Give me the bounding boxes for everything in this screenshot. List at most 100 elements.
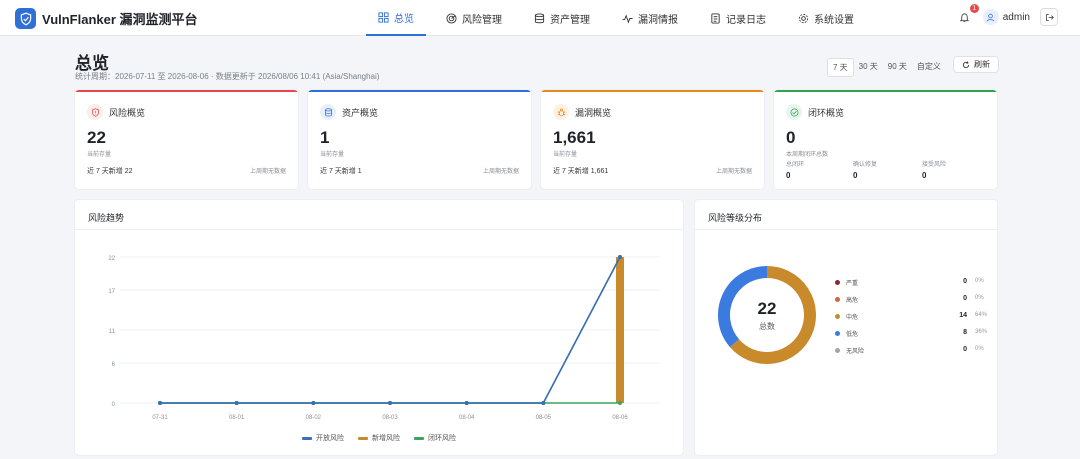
header-tools: 1 admin — [957, 4, 1058, 26]
severity-pct: 0% — [975, 346, 984, 352]
severity-pct: 0% — [975, 278, 984, 284]
card-foot-left: 近 7 天新增 1 — [320, 168, 362, 175]
card-value: 1 — [320, 128, 330, 147]
range-tab-custom[interactable]: 自定义 — [912, 58, 946, 77]
card-title: 风险概览 — [109, 107, 146, 118]
risk-overview-card[interactable]: 风险概览 22 当前存量 近 7 天新增 22 上周期无数据 — [75, 90, 298, 189]
card-accent — [774, 90, 997, 92]
series-point-open — [464, 401, 469, 405]
x-tick-label: 08-04 — [459, 415, 475, 421]
nav-asset[interactable]: 资产管理 — [522, 0, 602, 36]
range-tab-30d[interactable]: 30 天 — [854, 58, 883, 77]
gear-icon — [798, 13, 809, 23]
notification-button[interactable]: 1 — [957, 4, 979, 25]
legend-item-closed[interactable]: 闭环风险 — [414, 433, 456, 443]
refresh-label: 刷新 — [974, 60, 990, 69]
page-subtitle: 统计周期：2026-07-11 至 2026-08-06 · 数据更新于 202… — [75, 72, 380, 81]
avatar[interactable] — [982, 9, 999, 25]
asset-overview-card[interactable]: 资产概览 1 当前存量 近 7 天新增 1 上周期无数据 — [308, 90, 531, 189]
nav-overview[interactable]: 总览 — [366, 0, 426, 36]
x-tick-label: 08-02 — [306, 415, 322, 421]
y-tick-label: 6 — [112, 362, 116, 368]
severity-dot — [835, 331, 840, 336]
severity-name: 中危 — [846, 315, 859, 321]
legend-item-open[interactable]: 开放风险 — [302, 433, 344, 443]
log-icon — [711, 12, 720, 24]
legend-label: 开放风险 — [316, 435, 344, 442]
distribution-list: 严重 0 0% 高危 0 0% 中危 14 64% 低危 8 36% 无风险 0… — [835, 277, 988, 362]
breakdown-label: 接受风险 — [922, 162, 947, 168]
nav-label: 总览 — [394, 13, 414, 25]
card-foot-right: 上周期无数据 — [249, 169, 286, 175]
shield-alert-icon — [87, 104, 103, 120]
breakdown-col: 接受风险 0 — [922, 159, 946, 180]
card-caption: 当前存量 — [553, 152, 578, 158]
severity-count: 0 — [963, 346, 967, 353]
severity-count: 14 — [959, 312, 967, 319]
nav-settings[interactable]: 系统设置 — [786, 0, 866, 36]
list-item[interactable]: 中危 14 64% — [835, 311, 988, 328]
card-accent — [308, 90, 531, 92]
card-foot-left: 近 7 天新增 1,661 — [553, 168, 609, 175]
breakdown-col: 确认修复 0 — [853, 159, 877, 180]
severity-count: 8 — [963, 329, 967, 336]
logout-button[interactable] — [1040, 8, 1058, 26]
card-foot-left: 近 7 天新增 22 — [87, 168, 133, 175]
range-tab-7d[interactable]: 7 天 — [827, 58, 854, 77]
list-item[interactable]: 低危 8 36% — [835, 328, 987, 345]
severity-count: 0 — [963, 278, 967, 285]
legend-swatch — [302, 436, 312, 440]
severity-pct: 0% — [975, 295, 984, 301]
legend-label: 新增风险 — [372, 435, 400, 442]
card-title: 漏洞概览 — [575, 107, 612, 118]
nav-label: 漏洞情报 — [638, 14, 678, 26]
refresh-button[interactable]: 刷新 — [953, 56, 999, 73]
series-point-open — [618, 255, 622, 259]
card-caption: 本周期闭环总数 — [786, 152, 829, 158]
user-icon — [987, 13, 995, 21]
severity-dot — [835, 314, 840, 319]
breakdown-label: 总闭环 — [786, 162, 805, 168]
range-tab-90d[interactable]: 90 天 — [883, 58, 912, 77]
card-foot-right: 上周期无数据 — [482, 169, 519, 175]
nav-label: 资产管理 — [550, 14, 590, 26]
donut-total: 22 — [757, 298, 777, 318]
database-icon — [320, 104, 336, 120]
series-point-open — [311, 401, 316, 405]
nav-logs[interactable]: 记录日志 — [698, 0, 778, 36]
legend-item-new[interactable]: 新增风险 — [358, 433, 400, 443]
card-caption: 当前存量 — [87, 152, 112, 158]
severity-name: 低危 — [846, 332, 859, 338]
database-icon — [534, 12, 545, 23]
bug-icon — [553, 104, 569, 120]
nav-risk[interactable]: 风险管理 — [434, 0, 514, 36]
bell-icon — [959, 12, 970, 22]
list-item[interactable]: 严重 0 0% — [835, 277, 985, 294]
radar-icon — [446, 12, 457, 24]
card-value: 1,661 — [553, 128, 596, 147]
breakdown-value: 0 — [922, 171, 927, 180]
severity-dot — [835, 348, 840, 353]
closed-loop-overview-card[interactable]: 闭环概览 0 本周期闭环总数 总闭环 0 确认修复 0 接受风险 0 — [774, 90, 997, 189]
severity-pct: 64% — [975, 312, 988, 318]
risk-level-distribution-panel: 风险等级分布 22 总数 严重 0 0% 高危 0 0% 中危 14 64% 低… — [695, 200, 997, 455]
card-header: 闭环概览 — [786, 104, 844, 120]
severity-dot — [835, 280, 840, 285]
breakdown-label: 确认修复 — [853, 162, 878, 168]
list-item[interactable]: 高危 0 0% — [835, 294, 985, 311]
list-item[interactable]: 无风险 0 0% — [835, 345, 985, 362]
grid-icon — [378, 11, 389, 23]
vuln-overview-card[interactable]: 漏洞概览 1,661 当前存量 近 7 天新增 1,661 上周期无数据 — [541, 90, 764, 189]
nav-label: 记录日志 — [726, 14, 766, 26]
card-title: 闭环概览 — [808, 107, 845, 118]
nav-intel[interactable]: 漏洞情报 — [610, 0, 690, 36]
user-name[interactable]: admin — [1003, 12, 1030, 23]
x-tick-label: 08-05 — [536, 415, 552, 421]
severity-dot — [835, 297, 840, 302]
main-nav: 总览 风险管理 资产管理 漏洞情报 记录日志 系统设置 — [366, 0, 874, 36]
series-point-open — [388, 401, 392, 405]
brand[interactable]: VulnFlanker 漏洞监测平台 — [15, 8, 198, 29]
shield-logo-icon — [15, 8, 36, 29]
severity-name: 严重 — [846, 281, 859, 287]
risk-trend-panel: 风险趋势 0 6 11 17 22 07-31 08-01 08-02 08-03 08-04 08… — [75, 200, 683, 455]
